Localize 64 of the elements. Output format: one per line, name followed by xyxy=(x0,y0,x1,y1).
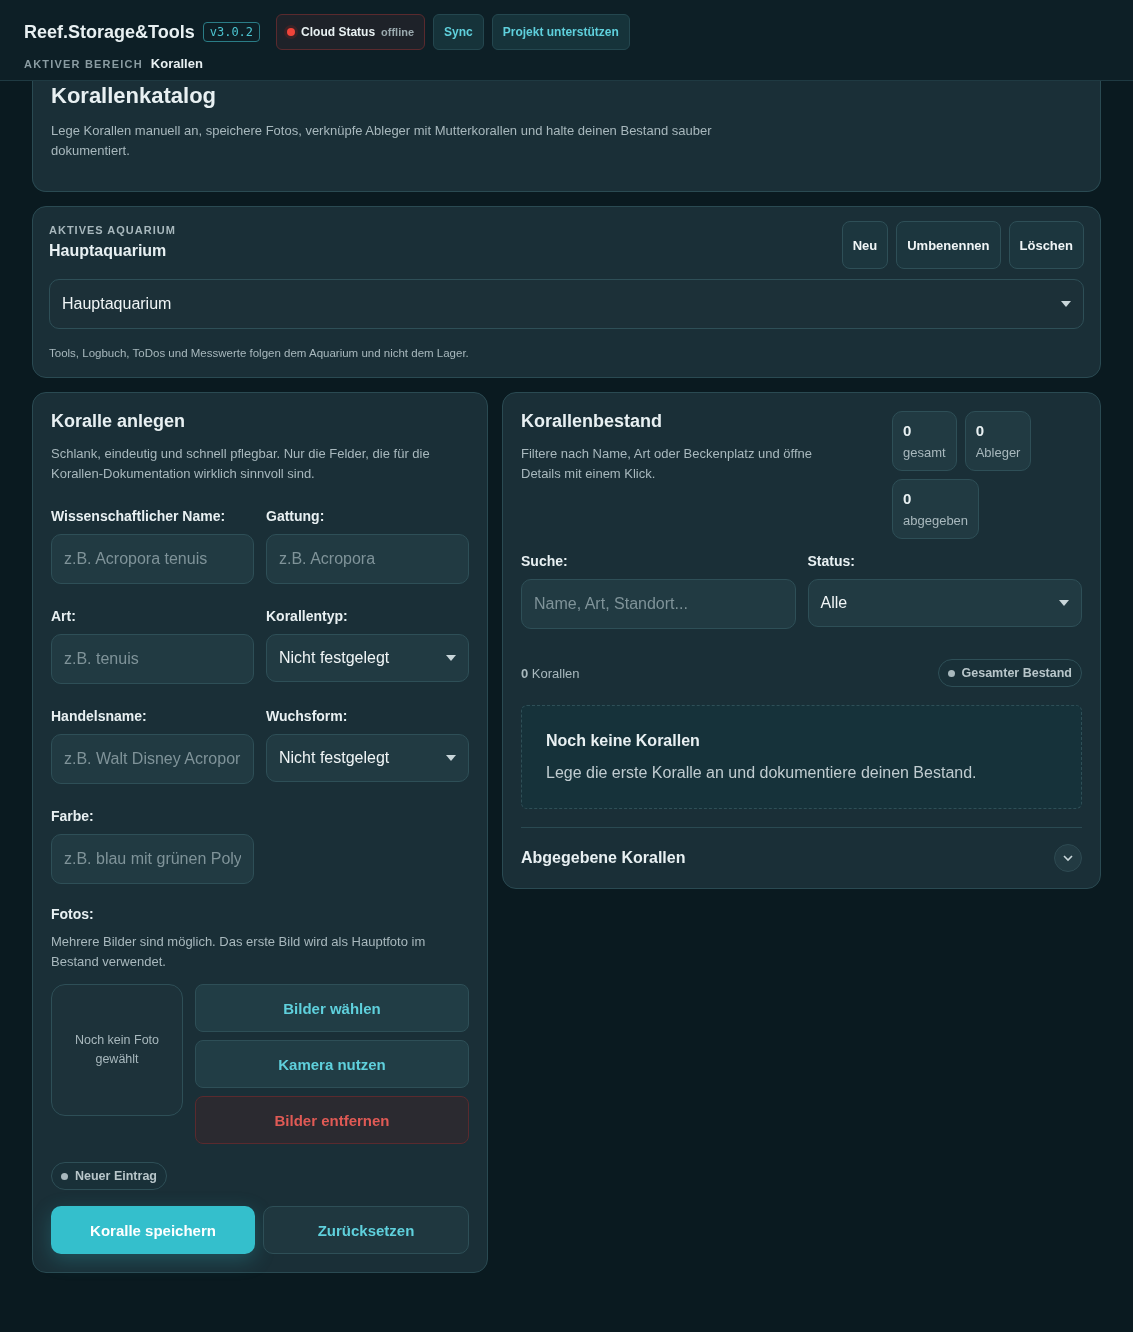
input-field[interactable]: z.B. tenuis xyxy=(51,634,254,684)
app-title: Reef.Storage&Tools xyxy=(24,21,195,43)
search-field[interactable]: Name, Art, Standort... xyxy=(521,579,796,629)
aquarium-note: Tools, Logbuch, ToDos und Messwerte folgen dem Aquarium und nicht dem Lager. xyxy=(49,346,470,361)
field-label: Wissenschaftlicher Name: xyxy=(51,508,227,524)
input-field[interactable]: z.B. Acropora xyxy=(266,534,469,584)
reset-button[interactable]: Zurücksetzen xyxy=(263,1206,469,1254)
catalog-description: Lege Korallen manuell an, speichere Fotos, verknüpfe Ableger mit Mutterkorallen und halte deinen Bestand sauber dokumentiert. xyxy=(51,122,713,160)
caret-icon xyxy=(1061,301,1071,307)
field-label: Status: xyxy=(807,553,856,569)
select-field[interactable]: Nicht festgelegt xyxy=(266,734,469,782)
version-badge: v3.0.2 xyxy=(202,22,261,42)
field-label: Handelsname: xyxy=(51,708,148,724)
photo-empty-text: Noch kein Foto gewählt xyxy=(73,1032,161,1068)
inventory-title: Korallenbestand xyxy=(521,411,664,432)
stat-label: abgegeben xyxy=(903,513,969,528)
empty-text: Lege die erste Koralle an und dokumentiere deinen Bestand. xyxy=(546,764,978,782)
aquarium-label: AKTIVES AQUARIUM xyxy=(49,224,176,236)
stat-value: 0 xyxy=(903,422,913,439)
cloud-status-label: Cloud Status xyxy=(301,25,376,39)
header-button[interactable]: Sync xyxy=(433,14,484,50)
aquarium-button[interactable]: Neu xyxy=(841,221,889,269)
aquarium-button[interactable]: Löschen xyxy=(1008,221,1084,269)
aquarium-button[interactable]: Umbenennen xyxy=(896,221,1001,269)
stat-label: gesamt xyxy=(903,445,946,460)
select-field[interactable]: Nicht festgelegt xyxy=(266,634,469,682)
photo-button[interactable]: Bilder entfernen xyxy=(195,1096,469,1144)
caret-icon xyxy=(1059,600,1069,606)
catalog-title: Korallenkatalog xyxy=(51,83,218,109)
cloud-status-value: offline xyxy=(381,26,415,38)
field-label: Korallentyp: xyxy=(266,608,349,624)
chevron-icon[interactable] xyxy=(1054,844,1082,872)
form-description: Schlank, eindeutig und schnell pflegbar. Nur die Felder, die für die Korallen-Dokumentation wirklich sinnvoll sind. xyxy=(51,445,431,483)
field-label: Farbe: xyxy=(51,808,95,824)
input-field[interactable]: z.B. Walt Disney Acropor xyxy=(51,734,254,784)
status-chip: Neuer Eintrag xyxy=(51,1162,167,1190)
photo-button[interactable]: Bilder wählen xyxy=(195,984,469,1032)
aquarium-select[interactable]: Hauptaquarium xyxy=(49,279,1084,329)
scope-chip: Gesamter Bestand xyxy=(937,659,1082,687)
input-field[interactable]: z.B. Acropora tenuis xyxy=(51,534,254,584)
inventory-description: Filtere nach Name, Art oder Beckenplatz und öffne Details mit einem Klick. xyxy=(521,445,813,483)
caret-icon xyxy=(446,655,456,661)
input-field[interactable]: z.B. blau mit grünen Poly xyxy=(51,834,254,884)
stat-value: 0 xyxy=(975,422,985,439)
photo-button[interactable]: Kamera nutzen xyxy=(195,1040,469,1088)
status-select[interactable]: Alle xyxy=(807,579,1082,627)
form-title: Koralle anlegen xyxy=(51,411,187,432)
section-title: Abgegebene Korallen xyxy=(521,849,686,867)
aquarium-name: Hauptaquarium xyxy=(49,242,168,260)
empty-title: Noch keine Korallen xyxy=(546,732,701,750)
given-away-section[interactable]: Abgegebene Korallen xyxy=(521,827,1082,888)
field-label: Wuchsform: xyxy=(266,708,349,724)
field-label: Art: xyxy=(51,608,77,624)
caret-icon xyxy=(446,755,456,761)
header-button[interactable]: Projekt unterstützen xyxy=(491,14,630,50)
result-count: 0 Korallen xyxy=(521,665,580,681)
stat-value: 0 xyxy=(903,490,913,507)
photos-label: Fotos: xyxy=(51,906,95,922)
stat-label: Ableger xyxy=(975,445,1021,460)
area-label: AKTIVER BEREICH xyxy=(24,58,143,70)
field-label: Suche: xyxy=(521,553,569,569)
field-label: Gattung: xyxy=(266,508,326,524)
area-value: Korallen xyxy=(150,56,203,71)
photos-hint: Mehrere Bilder sind möglich. Das erste Bild wird als Hauptfoto im Bestand verwendet. xyxy=(51,933,427,971)
